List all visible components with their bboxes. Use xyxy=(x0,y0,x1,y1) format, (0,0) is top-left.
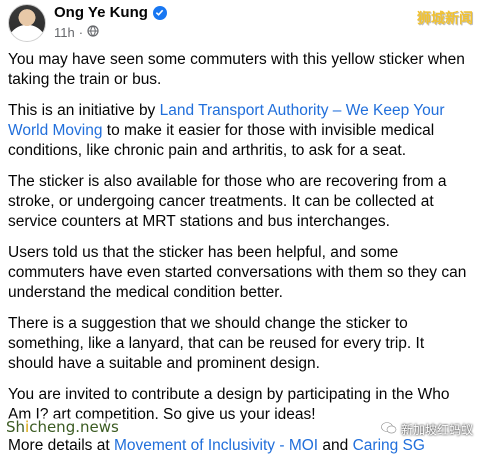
globe-icon xyxy=(87,25,99,40)
author-name[interactable]: Ong Ye Kung xyxy=(54,4,148,21)
post-body: You may have seen some commuters with th… xyxy=(8,50,474,467)
watermark-bottom-right: 新加坡红蚂蚁 xyxy=(381,421,473,438)
post-paragraph: There is a suggestion that we should cha… xyxy=(8,315,425,372)
verified-badge-icon xyxy=(152,5,167,20)
watermark-text-bottom-left: Shicheng.news xyxy=(4,418,121,436)
post-meta: 11h · xyxy=(54,25,99,40)
post-paragraph: Users told us that the sticker has been … xyxy=(8,244,467,301)
author-avatar[interactable] xyxy=(8,4,46,42)
post-paragraph: More details at Movement of Inclusivity … xyxy=(8,437,425,454)
post-paragraph: This is an initiative by Land Transport … xyxy=(8,102,445,159)
author-header: Ong Ye Kung xyxy=(54,4,167,21)
wechat-icon xyxy=(381,421,397,438)
post-paragraph: You may have seen some commuters with th… xyxy=(8,51,465,88)
watermark-logo-top: 狮城新闻 xyxy=(417,11,473,27)
post-timestamp[interactable]: 11h xyxy=(54,25,75,40)
post-paragraph: The sticker is also available for those … xyxy=(8,173,447,230)
